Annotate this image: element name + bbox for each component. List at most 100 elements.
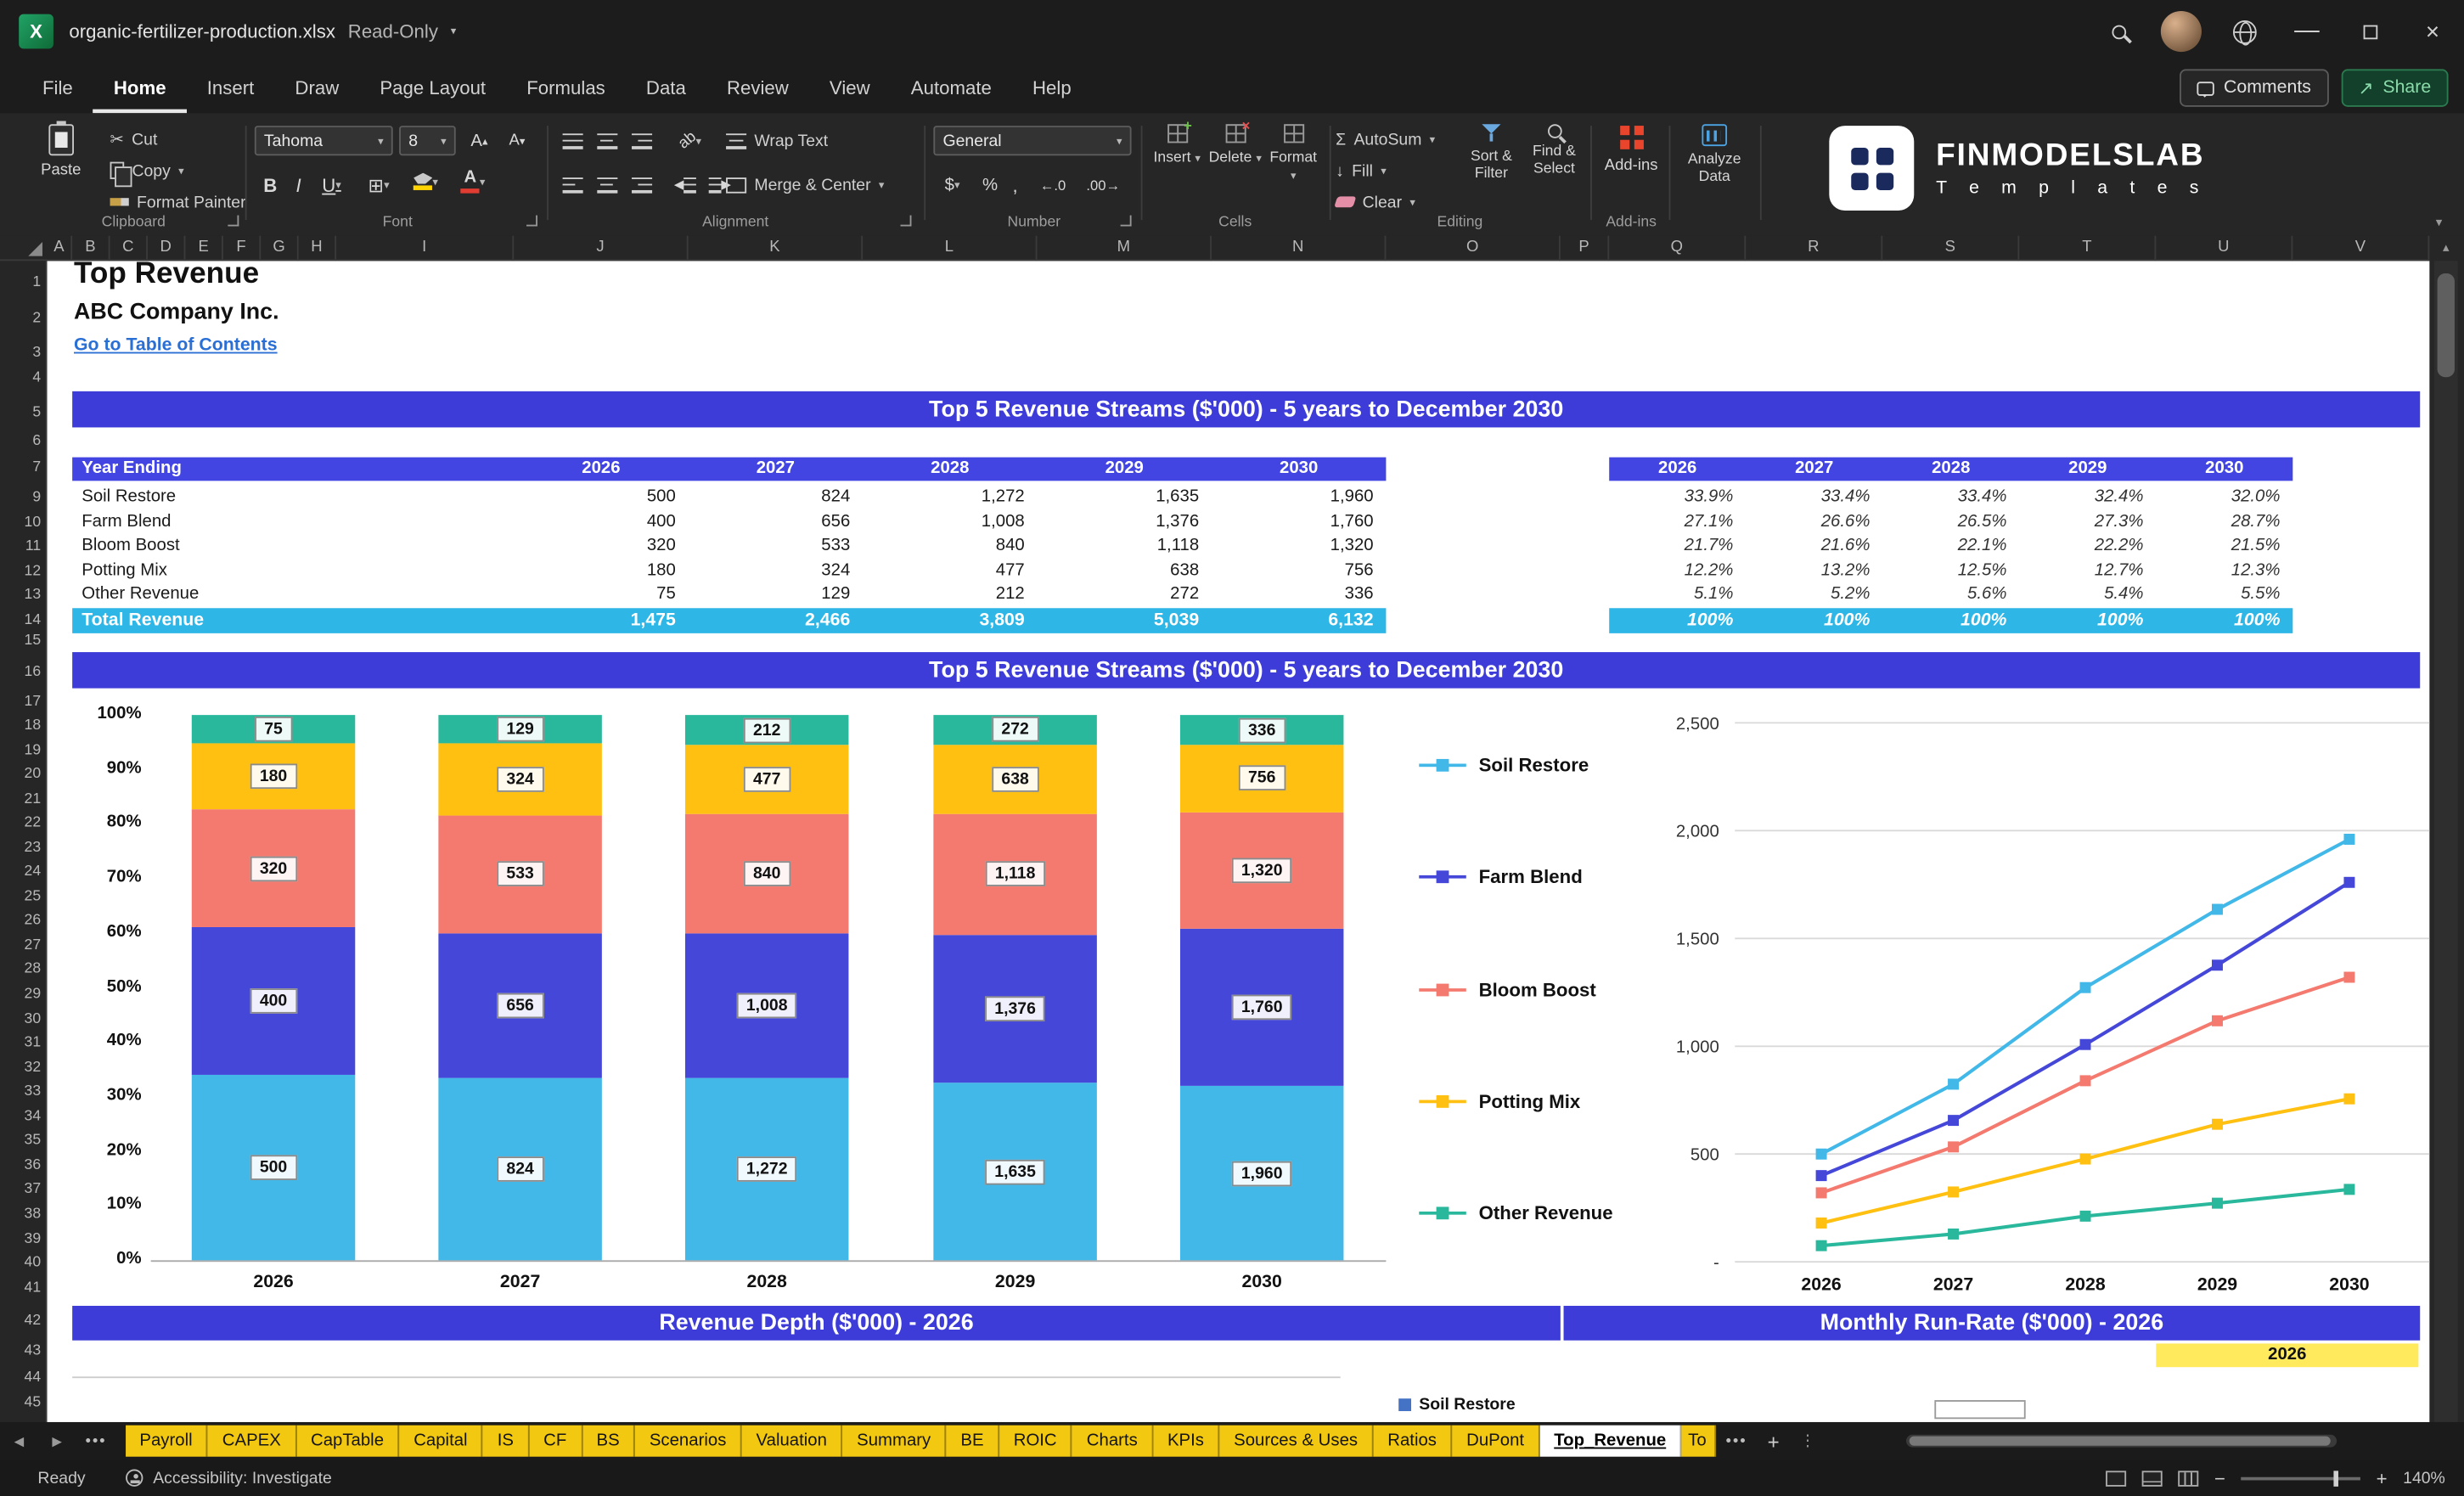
decrease-font-size-button[interactable]: A ▾ [500, 126, 535, 155]
zoom-slider-thumb[interactable] [2334, 1470, 2339, 1486]
find-select-button[interactable]: Find & Select [1524, 124, 1584, 177]
value-cell[interactable]: 1,118 [1038, 535, 1212, 560]
menu-tab-page-layout[interactable]: Page Layout [359, 63, 506, 113]
decrease-decimal-button[interactable]: .00→ [1081, 170, 1125, 200]
value-cell[interactable]: 320 [514, 535, 688, 560]
cut-button[interactable]: ✂ Cut [110, 126, 158, 152]
pct-cell[interactable]: 5.1% [1609, 583, 1746, 608]
horizontal-scrollbar-thumb[interactable] [1909, 1436, 2331, 1446]
sheet-tab-payroll[interactable]: Payroll [125, 1425, 209, 1457]
zoom-slider[interactable] [2241, 1470, 2361, 1486]
value-cell[interactable]: 638 [1038, 560, 1212, 584]
row-header-7[interactable]: 7 [0, 458, 41, 480]
pct-cell[interactable]: 21.6% [1746, 535, 1882, 560]
fill-button[interactable]: ↓ Fill ▾ [1336, 157, 1387, 183]
scroll-up-icon[interactable]: ▴ [2434, 237, 2458, 259]
row-header-20[interactable]: 20 [0, 763, 42, 785]
horizontal-scrollbar[interactable] [1906, 1434, 2337, 1448]
sheet-tab-dupont[interactable]: DuPont [1452, 1425, 1540, 1457]
value-cell[interactable]: 1,008 [863, 510, 1037, 535]
sheet-tab-charts[interactable]: Charts [1072, 1425, 1154, 1457]
value-cell[interactable]: 824 [689, 486, 863, 510]
row-header-41[interactable]: 41 [0, 1278, 42, 1300]
row-header-32[interactable]: 32 [0, 1058, 42, 1080]
menu-tab-home[interactable]: Home [93, 63, 187, 113]
row-header-45[interactable]: 45 [0, 1392, 42, 1414]
row-header-25[interactable]: 25 [0, 886, 42, 908]
year-header[interactable]: 2028 [863, 458, 1037, 481]
row-header-12[interactable]: 12 [0, 561, 42, 583]
pct-total-cell[interactable]: 100% [1882, 608, 2019, 633]
increase-decimal-button[interactable]: ←.0 [1031, 170, 1075, 200]
total-value-cell[interactable]: 1,475 [514, 608, 688, 633]
sheet-tab-capital[interactable]: Capital [399, 1425, 484, 1457]
column-header-I[interactable]: I [336, 235, 515, 262]
year-header[interactable]: 2029 [2019, 458, 2156, 481]
pct-cell[interactable]: 26.5% [1882, 510, 2019, 535]
row-header-3[interactable]: 3 [0, 342, 41, 364]
row-header-1[interactable]: 1 [0, 272, 41, 294]
pct-cell[interactable]: 22.2% [2019, 535, 2156, 560]
year-header[interactable]: 2029 [1038, 458, 1212, 481]
company-name[interactable]: ABC Company Inc. [74, 301, 279, 326]
row-header-33[interactable]: 33 [0, 1081, 42, 1103]
pct-total-cell[interactable]: 100% [2156, 608, 2292, 633]
clear-button[interactable]: Clear ▾ [1334, 188, 1415, 215]
row-header-30[interactable]: 30 [0, 1009, 42, 1031]
insert-cells-button[interactable]: + Insert ▾ [1149, 118, 1206, 166]
column-header-N[interactable]: N [1212, 235, 1387, 262]
row-header-15[interactable]: 15 [0, 630, 42, 652]
minimize-button[interactable]: — [2276, 0, 2338, 63]
number-format-select[interactable]: General ▾ [933, 126, 1132, 156]
row-header-31[interactable]: 31 [0, 1032, 42, 1055]
addins-button[interactable]: Add-ins [1600, 124, 1662, 174]
share-button[interactable]: ↗ Share [2341, 69, 2449, 107]
borders-button[interactable]: ⊞ ▾ [358, 170, 399, 200]
number-dialog-launcher[interactable] [1120, 215, 1132, 227]
pct-cell[interactable]: 5.4% [2019, 583, 2156, 608]
pct-cell[interactable]: 22.1% [1882, 535, 2019, 560]
sheet-tab-captable[interactable]: CapTable [296, 1425, 400, 1457]
value-cell[interactable]: 840 [863, 535, 1037, 560]
zoom-in-icon[interactable]: + [2377, 1467, 2388, 1489]
row-header-6[interactable]: 6 [0, 430, 41, 453]
paste-button[interactable]: Paste [41, 121, 81, 179]
row-header-17[interactable]: 17 [0, 691, 42, 713]
row-header-36[interactable]: 36 [0, 1155, 42, 1177]
format-painter-button[interactable]: Format Painter [110, 188, 246, 215]
pct-cell[interactable]: 27.3% [2019, 510, 2156, 535]
menu-tab-review[interactable]: Review [706, 63, 809, 113]
row-label[interactable]: Farm Blend [72, 510, 514, 535]
row-header-28[interactable]: 28 [0, 959, 42, 981]
row-label[interactable]: Potting Mix [72, 560, 514, 584]
pct-cell[interactable]: 33.9% [1609, 486, 1746, 510]
sheet-tab-kpis[interactable]: KPIs [1153, 1425, 1220, 1457]
row-header-2[interactable]: 2 [0, 308, 41, 330]
row-header-27[interactable]: 27 [0, 935, 42, 957]
row-header-16[interactable]: 16 [0, 661, 42, 683]
column-header-H[interactable]: H [299, 235, 337, 262]
pct-cell[interactable]: 28.7% [2156, 510, 2292, 535]
decrease-indent-button[interactable]: ◀ [669, 170, 700, 200]
row-header-43[interactable]: 43 [0, 1341, 42, 1363]
format-cells-button[interactable]: Format ▾ [1265, 124, 1322, 183]
total-label[interactable]: Total Revenue [72, 608, 514, 633]
pct-total-cell[interactable]: 100% [1746, 608, 1882, 633]
row-header-10[interactable]: 10 [0, 512, 42, 534]
pct-cell[interactable]: 33.4% [1882, 486, 2019, 510]
row-header-9[interactable]: 9 [0, 487, 41, 509]
align-right-button[interactable] [626, 170, 657, 200]
year-ending-header[interactable]: Year Ending [72, 458, 514, 481]
year-header[interactable]: 2026 [514, 458, 688, 481]
menu-tab-view[interactable]: View [809, 63, 891, 113]
pct-cell[interactable]: 5.6% [1882, 583, 2019, 608]
sheet-tab-roic[interactable]: ROIC [999, 1425, 1073, 1457]
row-header-40[interactable]: 40 [0, 1252, 42, 1274]
pct-cell[interactable]: 33.4% [1746, 486, 1882, 510]
sheet-tab-top-revenue[interactable]: Top_Revenue [1539, 1425, 1682, 1457]
value-cell[interactable]: 1,960 [1212, 486, 1386, 510]
sort-filter-button[interactable]: Sort & Filter [1461, 124, 1521, 182]
globe-button[interactable] [2213, 0, 2276, 63]
pct-cell[interactable]: 13.2% [1746, 560, 1882, 584]
pct-cell[interactable]: 5.2% [1746, 583, 1882, 608]
